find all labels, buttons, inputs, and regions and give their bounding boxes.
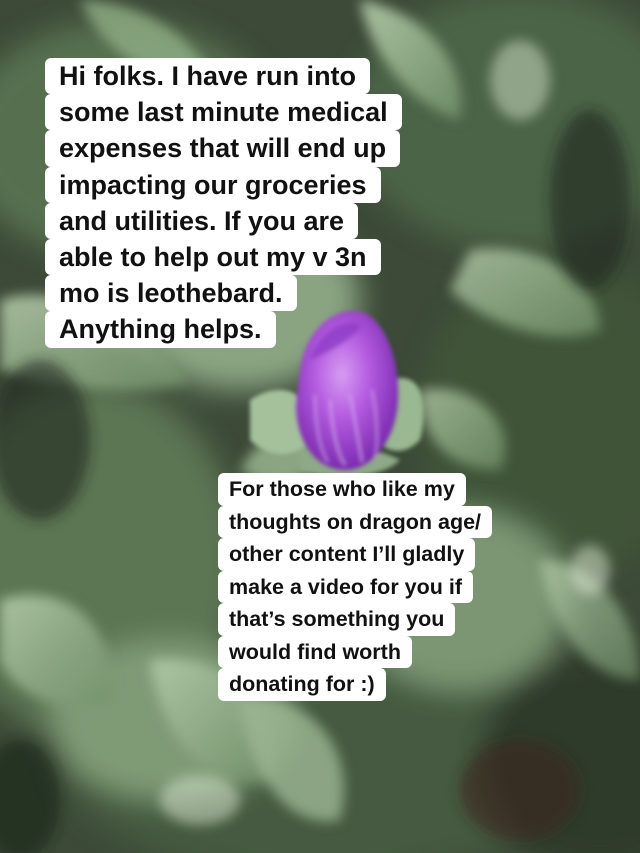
caption-bottom: For those who like my thoughts on dragon…	[218, 473, 493, 701]
caption-line: some last minute medical	[45, 94, 402, 131]
caption-line: mo is leothebard.	[45, 275, 297, 312]
caption-line: other content I’ll gladly	[218, 538, 476, 571]
caption-line: thoughts on dragon age/	[218, 505, 493, 538]
photo-scene: Hi folks. I have run into some last minu…	[0, 0, 640, 853]
caption-line: Hi folks. I have run into	[45, 58, 371, 95]
caption-line: and utilities. If you are	[45, 202, 359, 240]
caption-line: make a video for you if	[218, 570, 473, 603]
caption-line: For those who like my	[218, 473, 466, 506]
caption-line: expenses that will end up	[45, 130, 401, 167]
caption-line: Anything helps.	[45, 311, 276, 348]
caption-line: impacting our groceries	[45, 166, 381, 203]
caption-line: able to help out my v 3n	[45, 239, 381, 276]
caption-top: Hi folks. I have run into some last minu…	[45, 58, 402, 348]
caption-line: donating for :)	[218, 668, 386, 701]
caption-line: would find worth	[218, 635, 412, 668]
caption-line: that’s something you	[218, 603, 456, 636]
